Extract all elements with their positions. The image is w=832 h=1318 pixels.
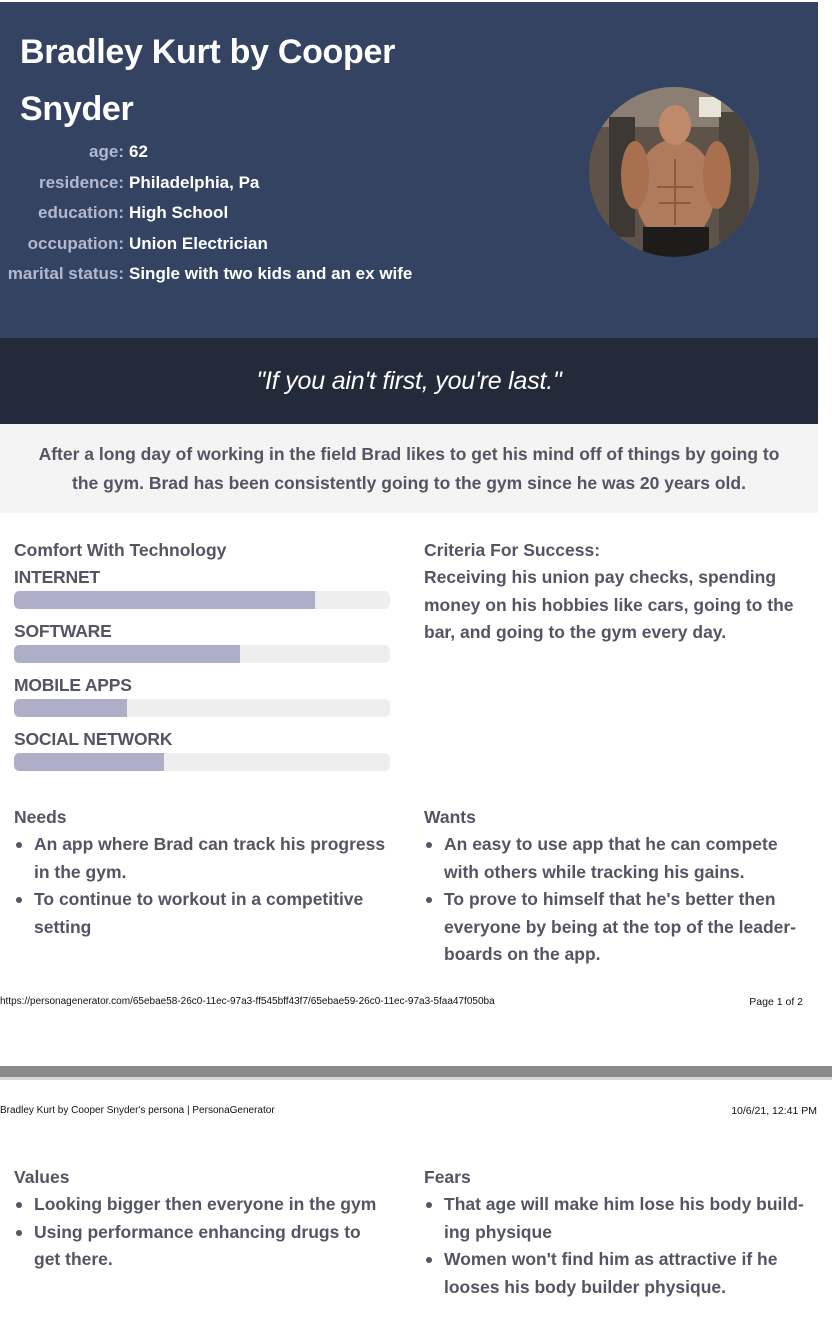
page-break-shadow	[0, 1077, 832, 1080]
persona-quote: "If you ain't first, you're last."	[256, 366, 562, 395]
footer-url[interactable]: https://personagenerator.com/65ebae58-26…	[0, 996, 495, 1007]
field-value: Philadelphia, Pa	[129, 172, 260, 192]
technology-section: Comfort With Technology INTERNET SOFTWAR…	[14, 537, 390, 780]
field-marital-status: marital status: Single with two kids and…	[0, 260, 560, 291]
bar-fill-software	[14, 645, 240, 663]
list-item: Women won't find him as attractive if he…	[424, 1246, 804, 1301]
needs-title: Needs	[14, 807, 67, 827]
bar-label-mobile-apps: MOBILE APPS	[14, 675, 132, 695]
field-value: High School	[129, 203, 229, 223]
field-education: education: High School	[0, 199, 560, 230]
footer-page-number: Page 1 of 2	[749, 996, 803, 1008]
avatar	[589, 87, 759, 257]
summary-text: After a long day of working in the field…	[38, 443, 780, 493]
list-item: To prove to himself that he's better the…	[424, 886, 804, 969]
list-item: An easy to use app that he can compete w…	[424, 831, 804, 886]
values-title: Values	[14, 1167, 70, 1187]
bar-label-software: SOFTWARE	[14, 621, 112, 641]
summary-section: After a long day of working in the field…	[0, 424, 818, 513]
persona-fields: age: 62 residence: Philadelphia, Pa educ…	[0, 138, 560, 291]
criteria-section: Criteria For Success: Receiving his unio…	[424, 537, 804, 647]
technology-title: Comfort With Technology	[14, 540, 227, 560]
field-occupation: occupation: Union Electrician	[0, 230, 560, 261]
needs-list: An app where Brad can track his progress…	[14, 831, 390, 941]
bar-fill-internet	[14, 591, 315, 609]
page-2-header-title: Bradley Kurt by Cooper Snyder's persona …	[0, 1105, 275, 1116]
bar-track-mobile-apps	[14, 699, 390, 717]
fears-list: That age will make him lose his body bui…	[424, 1191, 804, 1301]
fears-section: Fears That age will make him lose his bo…	[424, 1164, 804, 1301]
values-section: Values Looking bigger then everyone in t…	[14, 1164, 390, 1274]
criteria-title: Criteria For Success:	[424, 540, 601, 560]
list-item: Using performance enhancing drugs to get…	[14, 1219, 390, 1274]
page-1: Bradley Kurt by Cooper Snyder age: 62 re…	[0, 0, 818, 1066]
wants-title: Wants	[424, 807, 476, 827]
field-label: education:	[38, 203, 124, 223]
list-item: An app where Brad can track his progress…	[14, 831, 390, 886]
list-item: That age will make him lose his body bui…	[424, 1191, 804, 1246]
bar-label-social-network: SOCIAL NETWORK	[14, 729, 173, 749]
list-item: Looking bigger then everyone in the gym	[14, 1191, 390, 1219]
bar-fill-social-network	[14, 753, 165, 771]
bar-label-internet: INTERNET	[14, 567, 100, 587]
field-label: occupation:	[27, 233, 124, 253]
wants-section: Wants An easy to use app that he can com…	[424, 804, 804, 969]
fears-title: Fears	[424, 1167, 471, 1187]
field-label: marital status:	[7, 264, 124, 284]
field-label: age:	[89, 142, 124, 161]
field-label: residence:	[38, 172, 124, 192]
wants-list: An easy to use app that he can compete w…	[424, 831, 804, 969]
avatar-photo-icon	[589, 87, 759, 257]
criteria-text: Receiving his union pay checks, spending…	[424, 567, 794, 642]
persona-title: Bradley Kurt by Cooper Snyder	[20, 33, 396, 128]
needs-section: Needs An app where Brad can track his pr…	[14, 804, 390, 941]
field-value: Single with two kids and an ex wife	[129, 264, 413, 284]
bar-track-software	[14, 645, 390, 663]
page-2-header-date: 10/6/21, 12:41 PM	[731, 1105, 817, 1117]
bar-track-social-network	[14, 753, 390, 771]
bar-fill-mobile-apps	[14, 699, 127, 717]
field-residence: residence: Philadelphia, Pa	[0, 169, 560, 200]
quote-bar: "If you ain't first, you're last."	[0, 338, 818, 424]
field-value: Union Electrician	[129, 233, 268, 253]
field-age: age: 62	[0, 138, 560, 169]
bar-track-internet	[14, 591, 390, 609]
values-list: Looking bigger then everyone in the gym …	[14, 1191, 390, 1274]
persona-header: Bradley Kurt by Cooper Snyder age: 62 re…	[0, 2, 818, 338]
field-value: 62	[129, 142, 148, 161]
list-item: To continue to workout in a competitive …	[14, 886, 390, 941]
